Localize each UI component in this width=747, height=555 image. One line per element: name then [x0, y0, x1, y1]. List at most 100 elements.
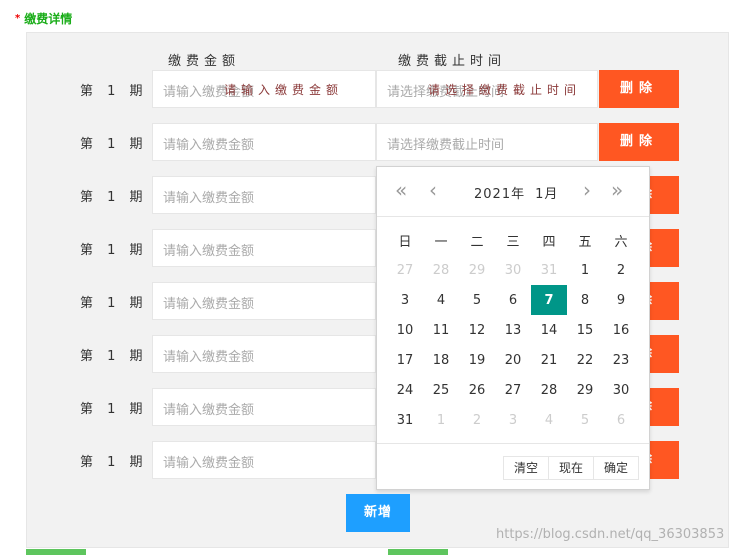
amount-input[interactable]: 请输入缴费金额: [152, 176, 376, 214]
calendar-day[interactable]: 19: [459, 345, 495, 375]
section-title-text: 缴费详情: [24, 12, 73, 26]
calendar-day[interactable]: 30: [603, 375, 639, 405]
month-label[interactable]: 1月: [535, 187, 558, 202]
now-button[interactable]: 现在: [548, 456, 594, 480]
calendar-day[interactable]: 12: [459, 315, 495, 345]
calendar-day[interactable]: 17: [387, 345, 423, 375]
weekday-label: 一: [434, 234, 448, 250]
installment-row: 第 1 期 请输入缴费金额 请选择缴费截止时间 删除: [0, 123, 747, 161]
calendar-day[interactable]: 11: [423, 315, 459, 345]
section-title: * 缴费详情: [15, 10, 72, 27]
calendar-week: 3456789: [387, 285, 639, 315]
calendar-day[interactable]: 20: [495, 345, 531, 375]
calendar-day[interactable]: 8: [567, 285, 603, 315]
calendar-day-selected[interactable]: 7: [531, 285, 567, 315]
calendar-day[interactable]: 10: [387, 315, 423, 345]
amount-input[interactable]: 请输入缴费金额: [152, 229, 376, 267]
calendar-day[interactable]: 31: [387, 405, 423, 435]
calendar-week: 27 28 29 30 31 1 2: [387, 255, 639, 285]
deadline-input[interactable]: 请选择缴费截止时间: [376, 123, 598, 161]
weekday-label: 四: [542, 234, 556, 250]
installment-label: 第 1 期: [80, 349, 148, 364]
calendar-day[interactable]: 18: [423, 345, 459, 375]
deadline-floating-label: 请选择缴费截止时间: [428, 83, 582, 97]
bottom-decoration-right: [388, 549, 448, 555]
calendar-day[interactable]: 22: [567, 345, 603, 375]
calendar-day[interactable]: 5: [567, 405, 603, 435]
weekday-label: 六: [614, 234, 628, 250]
prev-month-icon[interactable]: ‹: [429, 179, 437, 201]
date-picker: « ‹ 2021年 1月 › » 日一二三四五六 27 28 29 30 31 1 2 3 4 5 6…: [376, 166, 650, 490]
installment-label: 第 1 期: [80, 455, 148, 470]
installment-row: 第 1 期 请输入缴费金额 请选择缴费截止时间 删除: [0, 70, 747, 108]
calendar-day[interactable]: 5: [459, 285, 495, 315]
deadline-column-header: 缴费截止时间: [398, 54, 507, 69]
weekday-label: 二: [470, 234, 484, 250]
next-month-icon[interactable]: ›: [583, 179, 591, 201]
installment-label: 第 1 期: [80, 84, 148, 99]
bottom-decoration-left: [26, 549, 86, 555]
installment-label: 第 1 期: [80, 137, 148, 152]
amount-input[interactable]: 请输入缴费金额: [152, 388, 376, 426]
required-mark: *: [15, 13, 21, 24]
calendar-day[interactable]: 28: [531, 375, 567, 405]
installment-label: 第 1 期: [80, 190, 148, 205]
calendar-day[interactable]: 2: [603, 255, 639, 285]
amount-input[interactable]: 请输入缴费金额: [152, 282, 376, 320]
calendar-grid: 日一二三四五六 27 28 29 30 31 1 2 3 4 5 6 7 8 9 10 11 12 13 14 15 1…: [387, 225, 639, 435]
next-year-icon[interactable]: »: [611, 179, 623, 201]
calendar-day[interactable]: 28: [423, 255, 459, 285]
date-picker-footer: 清空 现在 确定: [377, 443, 649, 490]
calendar-week: 10 11 12 13 14 15 16: [387, 315, 639, 345]
confirm-button[interactable]: 确定: [593, 456, 639, 480]
calendar-day[interactable]: 6: [603, 405, 639, 435]
weekday-label: 三: [506, 234, 520, 250]
year-label[interactable]: 2021年: [474, 187, 525, 202]
calendar-day[interactable]: 21: [531, 345, 567, 375]
calendar-day[interactable]: 9: [603, 285, 639, 315]
calendar-day[interactable]: 23: [603, 345, 639, 375]
amount-input[interactable]: 请输入缴费金额: [152, 123, 376, 161]
clear-button[interactable]: 清空: [503, 456, 549, 480]
calendar-week: 31 1 2 3 4 5 6: [387, 405, 639, 435]
calendar-day[interactable]: 4: [531, 405, 567, 435]
calendar-day[interactable]: 26: [459, 375, 495, 405]
amount-input[interactable]: 请输入缴费金额: [152, 441, 376, 479]
calendar-day[interactable]: 25: [423, 375, 459, 405]
delete-button[interactable]: 删除: [599, 123, 679, 161]
date-picker-header: « ‹ 2021年 1月 › »: [377, 167, 649, 217]
amount-floating-label: 请输入缴费金额: [224, 83, 344, 97]
calendar-day[interactable]: 1: [567, 255, 603, 285]
calendar-day[interactable]: 3: [495, 405, 531, 435]
year-month-label: 2021年 1月: [474, 183, 568, 202]
calendar-day[interactable]: 1: [423, 405, 459, 435]
calendar-day[interactable]: 3: [387, 285, 423, 315]
calendar-day[interactable]: 2: [459, 405, 495, 435]
calendar-week: 17 18 19 20 21 22 23: [387, 345, 639, 375]
amount-input[interactable]: 请输入缴费金额: [152, 335, 376, 373]
calendar-day[interactable]: 31: [531, 255, 567, 285]
calendar-day[interactable]: 24: [387, 375, 423, 405]
amount-column-header: 缴费金额: [168, 54, 241, 69]
watermark: https://blog.csdn.net/qq_36303853: [496, 527, 725, 542]
add-button[interactable]: 新增: [346, 494, 410, 532]
calendar-day[interactable]: 4: [423, 285, 459, 315]
calendar-day[interactable]: 13: [495, 315, 531, 345]
calendar-week: 24 25 26 27 28 29 30: [387, 375, 639, 405]
installment-label: 第 1 期: [80, 402, 148, 417]
weekday-label: 日: [398, 234, 412, 250]
delete-button[interactable]: 删除: [599, 70, 679, 108]
calendar-day[interactable]: 29: [459, 255, 495, 285]
weekday-label: 五: [578, 234, 592, 250]
calendar-day[interactable]: 30: [495, 255, 531, 285]
calendar-day[interactable]: 6: [495, 285, 531, 315]
installment-label: 第 1 期: [80, 296, 148, 311]
calendar-day[interactable]: 16: [603, 315, 639, 345]
calendar-day[interactable]: 27: [387, 255, 423, 285]
calendar-day[interactable]: 27: [495, 375, 531, 405]
calendar-day[interactable]: 29: [567, 375, 603, 405]
installment-label: 第 1 期: [80, 243, 148, 258]
calendar-day[interactable]: 14: [531, 315, 567, 345]
calendar-day[interactable]: 15: [567, 315, 603, 345]
prev-year-icon[interactable]: «: [395, 179, 407, 201]
